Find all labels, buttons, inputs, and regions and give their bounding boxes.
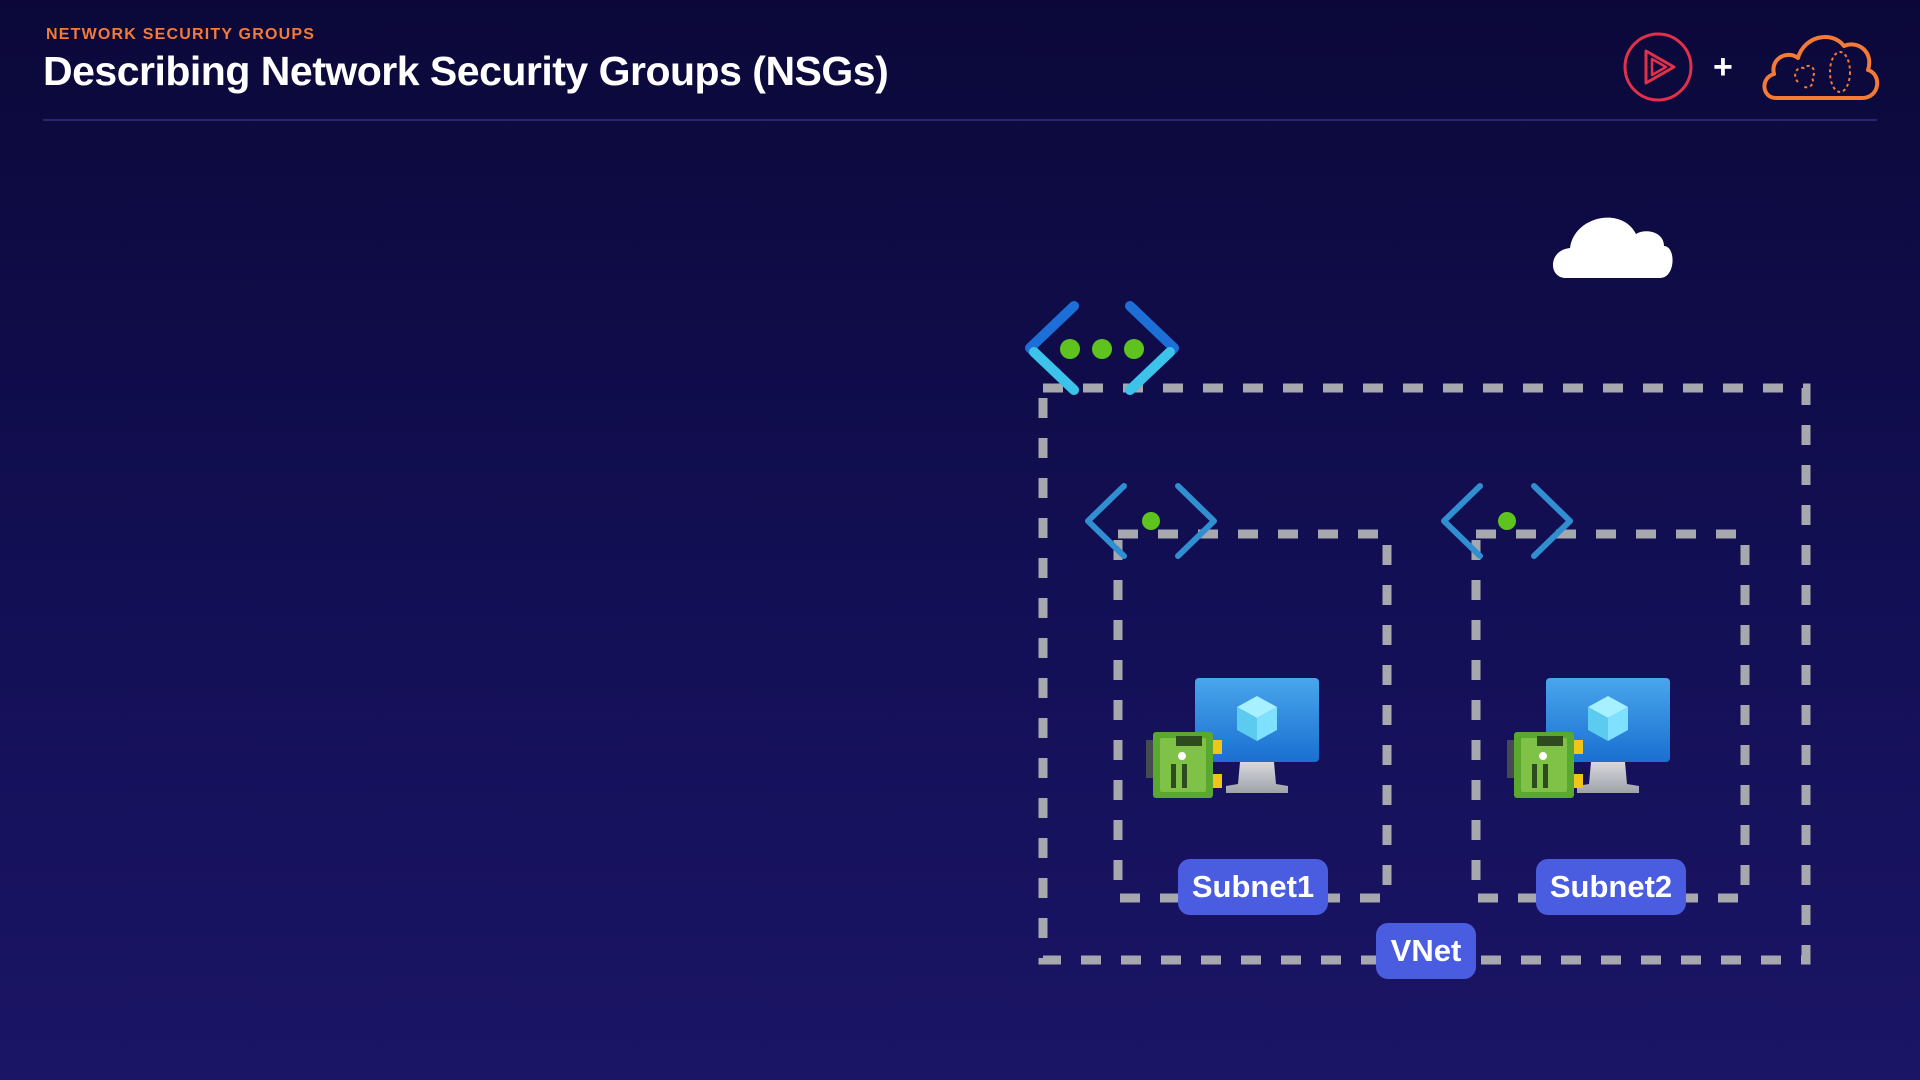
network-diagram	[1025, 217, 1811, 965]
subnet1-label: Subnet1	[1178, 859, 1328, 915]
subnet2-label: Subnet2	[1536, 859, 1686, 915]
vnet-label: VNet	[1376, 923, 1476, 979]
vnet-boundary	[1038, 383, 1811, 965]
subnet-icon	[1085, 483, 1217, 559]
internet-cloud-icon	[1552, 217, 1673, 278]
network-interface-icon	[1146, 732, 1222, 798]
network-interface-icon	[1507, 732, 1583, 798]
vnet-icon	[1025, 301, 1179, 395]
subnet-icon	[1441, 483, 1573, 559]
